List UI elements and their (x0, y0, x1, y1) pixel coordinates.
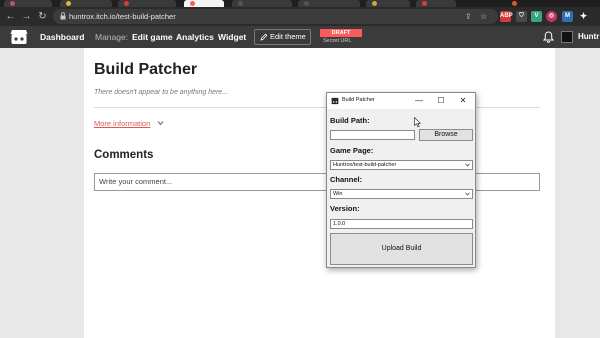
minimize-icon[interactable]: — (413, 95, 425, 107)
m-extension-icon[interactable]: M (562, 11, 573, 22)
browser-tab[interactable] (298, 0, 360, 7)
manage-label: Manage: (95, 32, 129, 42)
game-page: Build Patcher There doesn't appear to be… (84, 48, 555, 338)
browser-tab[interactable] (232, 0, 292, 7)
user-avatar[interactable] (561, 31, 573, 43)
dashboard-link[interactable]: Dashboard (40, 26, 84, 48)
itch-admin-bar: Dashboard Manage: Edit game Analytics Wi… (0, 26, 600, 48)
mouse-cursor-icon (414, 117, 421, 128)
profile-avatar-icon[interactable] (512, 1, 517, 6)
bell-icon[interactable] (543, 31, 554, 43)
browser-tab[interactable] (416, 0, 456, 7)
secret-url-link[interactable]: Secret URL (323, 38, 351, 44)
channel-label: Channel: (330, 175, 363, 184)
tab-favicon-icon (238, 1, 243, 6)
address-bar[interactable]: huntrox.itch.io/test-build-patcher ⇪ ☆ (53, 9, 498, 24)
tab-favicon-icon (124, 1, 129, 6)
browser-tab[interactable] (4, 0, 52, 7)
browser-tab[interactable] (118, 0, 176, 7)
tab-favicon-icon (372, 1, 377, 6)
browser-tab-strip (0, 0, 600, 7)
itch-logo-icon[interactable] (10, 29, 28, 45)
puzzle-extensions-icon[interactable]: ✦ (578, 11, 589, 22)
build-path-input[interactable] (330, 130, 415, 140)
tab-favicon-icon (304, 1, 309, 6)
close-icon[interactable]: ✕ (457, 95, 469, 107)
analytics-link[interactable]: Analytics (176, 26, 214, 48)
widget-link[interactable]: Widget (218, 26, 246, 48)
chevron-down-icon (465, 163, 470, 167)
circle-extension-icon[interactable]: ◎ (546, 11, 557, 22)
build-path-label: Build Path: (330, 116, 370, 125)
forward-arrow-icon[interactable]: → (20, 10, 33, 23)
game-page-label: Game Page: (330, 146, 374, 155)
browser-toolbar: ← → ↻ huntrox.itch.io/test-build-patcher… (0, 7, 600, 26)
upload-build-button[interactable]: Upload Build (330, 233, 473, 265)
chevron-down-icon (465, 192, 470, 196)
browse-button[interactable]: Browse (419, 129, 473, 141)
share-icon[interactable]: ⇪ (465, 11, 472, 22)
lock-icon (60, 12, 66, 20)
comments-heading: Comments (94, 149, 154, 161)
abp-extension-icon[interactable]: ABP (500, 11, 513, 22)
game-page-select[interactable]: Huntrox/test-build-patcher (330, 160, 473, 170)
channel-select[interactable]: Win (330, 189, 473, 199)
version-label: Version: (330, 204, 360, 213)
build-patcher-window: Build Patcher — ☐ ✕ Build Path: Browse G… (326, 92, 476, 268)
more-information-link[interactable]: More information (94, 119, 150, 128)
empty-description: There doesn't appear to be anything here… (94, 89, 229, 96)
shield-extension-icon[interactable]: ⛉ (516, 11, 527, 22)
channel-value: Win (333, 191, 343, 197)
tab-favicon-icon (66, 1, 71, 6)
edit-theme-button[interactable]: Edit theme (254, 29, 311, 45)
version-input[interactable]: 1.0.0 (330, 219, 473, 229)
maximize-icon[interactable]: ☐ (435, 95, 447, 107)
reload-icon[interactable]: ↻ (36, 10, 49, 23)
pencil-icon (260, 33, 268, 41)
app-logo-icon (331, 97, 339, 105)
username-label[interactable]: Huntr (578, 26, 599, 48)
url-text: huntrox.itch.io/test-build-patcher (69, 12, 176, 21)
game-page-value: Huntrox/test-build-patcher (333, 162, 397, 168)
tab-favicon-icon (422, 1, 427, 6)
browser-tab-active[interactable] (184, 0, 224, 7)
chevron-down-icon[interactable] (157, 120, 164, 126)
back-arrow-icon[interactable]: ← (4, 10, 17, 23)
edit-theme-label: Edit theme (270, 32, 306, 41)
tab-favicon-icon (190, 1, 195, 6)
tab-favicon-icon (10, 1, 15, 6)
window-titlebar[interactable]: Build Patcher — ☐ ✕ (327, 93, 475, 109)
browser-tab[interactable] (60, 0, 112, 7)
page-title: Build Patcher (94, 61, 198, 78)
browser-tab[interactable] (366, 0, 410, 7)
star-icon[interactable]: ☆ (480, 11, 487, 22)
window-title: Build Patcher (342, 97, 375, 103)
vue-devtools-icon[interactable]: V (531, 11, 542, 22)
edit-game-link[interactable]: Edit game (132, 26, 173, 48)
draft-badge: DRAFT (320, 29, 362, 37)
